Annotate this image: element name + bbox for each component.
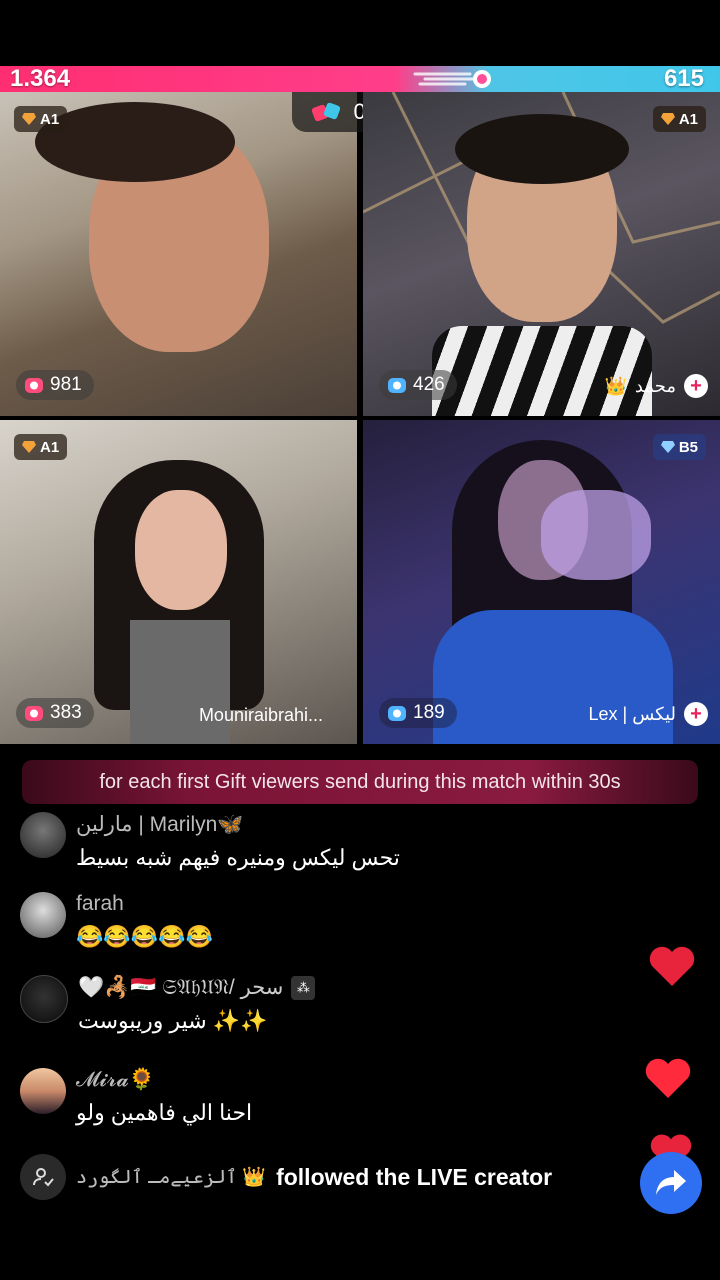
- avatar[interactable]: [20, 892, 66, 938]
- viewers-icon: [25, 378, 43, 393]
- score-divider-icon: [413, 70, 491, 88]
- comment-item[interactable]: مارلين | Marilyn🦋 تحس ليكس ومنيره فيهم ش…: [20, 812, 400, 871]
- host-name[interactable]: Lex | ليكس +: [588, 702, 708, 726]
- comment-username[interactable]: 🤍🦂🇮🇶 𝔖𝔄𝔥𝔘𝔑/ سحر: [78, 975, 283, 1000]
- viewer-count[interactable]: 383: [16, 698, 94, 728]
- share-arrow-icon: [656, 1170, 686, 1195]
- viewer-count[interactable]: 981: [16, 370, 94, 400]
- viewers-icon: [388, 378, 406, 393]
- host-name-label: Lex | ليكس: [588, 703, 676, 724]
- host-name[interactable]: Mouniraibrahi...: [199, 705, 323, 726]
- face-shape: [135, 490, 227, 610]
- guest-tile-1[interactable]: A1 981: [0, 92, 357, 416]
- avatar[interactable]: [20, 975, 68, 1023]
- host-name[interactable]: 👑 محمد +: [604, 374, 708, 398]
- host-name-label: Mouniraibrahi...: [198, 705, 323, 725]
- battle-icon: [312, 102, 341, 122]
- comment-item[interactable]: 𝓜𝓲𝓻𝓪🌻 احنا الي فاهمين ولو: [20, 1068, 252, 1126]
- tier-badge: B5: [652, 434, 706, 460]
- match-info-banner: for each first Gift viewers send during …: [22, 760, 698, 804]
- comment-username[interactable]: farah: [76, 892, 213, 916]
- tier-badge: A1: [14, 434, 68, 460]
- heart-icon: [645, 1058, 691, 1098]
- right-team-score: 615: [663, 65, 704, 92]
- guest-tile-3[interactable]: A1 383 Mouniraibrahi...: [0, 420, 357, 744]
- heart-icon: [649, 946, 695, 986]
- user-group-icon: ⁂: [291, 975, 316, 1000]
- comment-text: شير وريبوست ✨✨: [78, 1008, 268, 1033]
- diamond-icon: [22, 441, 36, 453]
- comment-username[interactable]: 𝓜𝓲𝓻𝓪🌻: [76, 1068, 252, 1092]
- avatar[interactable]: [20, 812, 66, 858]
- tier-badge: A1: [14, 106, 68, 132]
- avatar[interactable]: [20, 1068, 66, 1114]
- host-name-label: محمد: [634, 375, 676, 396]
- tier-badge: A1: [652, 106, 706, 132]
- follower-name[interactable]: ٱلزعيےمـ ٱلگورد 👑: [76, 1165, 266, 1189]
- glass-shape: [541, 490, 651, 580]
- follow-plus-icon[interactable]: +: [684, 702, 708, 726]
- viewers-icon: [25, 706, 43, 721]
- guest-tile-4[interactable]: B5 189 Lex | ليكس +: [363, 420, 720, 744]
- diamond-icon: [660, 441, 675, 453]
- follow-plus-icon[interactable]: +: [684, 374, 708, 398]
- comment-text: تحس ليكس ومنيره فيهم شبه بسيط: [76, 845, 400, 870]
- crown-icon: 👑: [604, 375, 627, 396]
- share-button[interactable]: [640, 1152, 702, 1214]
- comment-text: 😂😂😂😂😂: [76, 924, 213, 949]
- comment-username[interactable]: مارلين | Marilyn🦋: [76, 812, 400, 837]
- viewer-count[interactable]: 189: [379, 698, 457, 728]
- comment-item[interactable]: farah 😂😂😂😂😂: [20, 892, 213, 950]
- follow-notice: ٱلزعيےمـ ٱلگورد 👑 followed the LIVE crea…: [20, 1154, 552, 1200]
- hair-shape: [455, 114, 629, 184]
- comment-item[interactable]: 🤍🦂🇮🇶 𝔖𝔄𝔥𝔘𝔑/ سحر ⁂ شير وريبوست ✨✨: [20, 975, 316, 1034]
- battle-score-bar: 1.364 615: [0, 65, 720, 92]
- viewers-icon: [388, 706, 406, 721]
- diamond-icon: [660, 113, 675, 125]
- follow-user-icon: [20, 1154, 66, 1200]
- guest-tile-2[interactable]: A1 426 👑 محمد +: [363, 92, 720, 416]
- follow-text: followed the LIVE creator: [276, 1163, 553, 1190]
- left-team-score: 1.364: [10, 65, 71, 92]
- viewer-count[interactable]: 426: [379, 370, 457, 400]
- diamond-icon: [22, 113, 36, 125]
- comment-text: احنا الي فاهمين ولو: [76, 1100, 253, 1125]
